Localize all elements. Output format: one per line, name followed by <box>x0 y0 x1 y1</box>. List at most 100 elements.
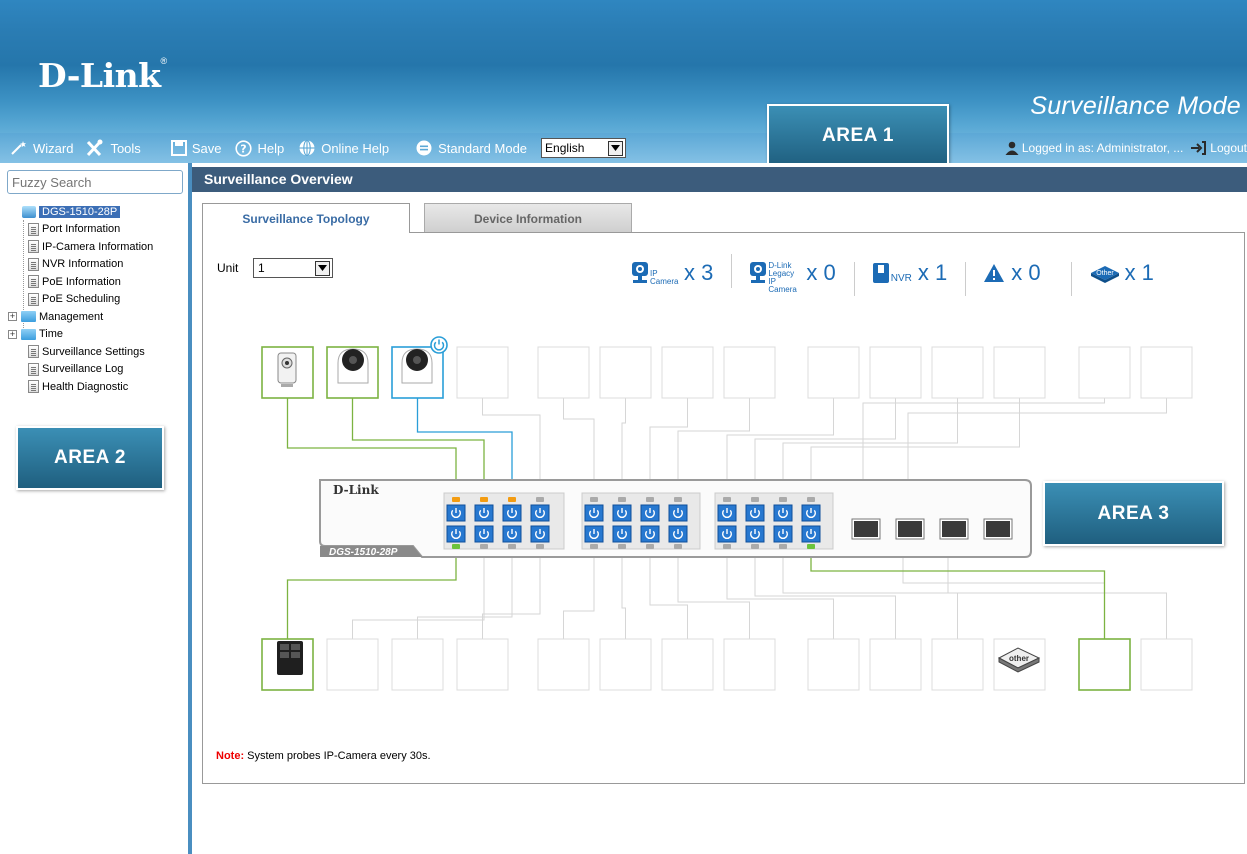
wizard-icon <box>11 141 26 155</box>
language-select[interactable]: English <box>541 138 627 158</box>
switch-brand-label: D-Link <box>333 483 379 497</box>
document-icon <box>28 275 39 289</box>
device-slot-top[interactable] <box>1078 346 1131 399</box>
sidebar: DGS-1510-28P Port Information IP-Camera … <box>0 163 192 854</box>
area-2-callout: AREA 2 <box>16 426 164 490</box>
tools-button[interactable]: Tools <box>85 139 141 157</box>
port-led <box>590 544 598 549</box>
connection-line <box>754 549 896 639</box>
device-slot-bottom[interactable] <box>1140 638 1193 691</box>
connection-line <box>482 549 541 639</box>
document-icon <box>28 240 39 254</box>
port-led <box>674 544 682 549</box>
connection-line <box>352 549 485 639</box>
connection-line <box>726 549 834 639</box>
svg-text:?: ? <box>241 142 247 155</box>
port-led <box>779 544 787 549</box>
wizard-button[interactable]: Wizard <box>10 140 73 156</box>
fuzzy-search-input[interactable] <box>7 170 183 194</box>
device-slot-bottom[interactable] <box>807 638 860 691</box>
tree-item-port-information[interactable]: Port Information <box>8 221 153 239</box>
tree-item-time[interactable]: + Time <box>8 326 153 344</box>
login-info: Logged in as: Administrator, ... Logout <box>1005 133 1247 163</box>
device-slot-bottom[interactable] <box>869 638 922 691</box>
port-led <box>536 497 544 502</box>
page-title: Surveillance Overview <box>192 167 1247 192</box>
device-slot-bottom[interactable] <box>326 638 379 691</box>
device-slot-bottom[interactable] <box>456 638 509 691</box>
port-led <box>452 544 460 549</box>
device-slot-top[interactable] <box>807 346 860 399</box>
device-slot-top[interactable] <box>931 346 984 399</box>
logged-in-text: Logged in as: Administrator, ... <box>1021 141 1184 155</box>
device-slot-bottom[interactable] <box>723 638 776 691</box>
device-slot-bottom[interactable] <box>1078 638 1131 691</box>
device-slot-top[interactable] <box>537 346 590 399</box>
tree-item-management[interactable]: + Management <box>8 308 153 326</box>
logout-icon <box>1191 141 1207 155</box>
expand-icon[interactable]: + <box>8 329 17 339</box>
user-icon <box>1005 141 1019 155</box>
connection-line <box>782 549 958 639</box>
online-help-button[interactable]: Online Help <box>298 139 389 157</box>
device-slot-top[interactable] <box>869 346 922 399</box>
port-led <box>618 544 626 549</box>
tree-item-surveillance-settings[interactable]: Surveillance Settings <box>8 343 153 361</box>
port-led <box>779 497 787 502</box>
port-led <box>508 544 516 549</box>
device-slot-bottom[interactable] <box>599 638 652 691</box>
tree-item-poe-scheduling[interactable]: PoE Scheduling <box>8 291 153 309</box>
device-slot-top[interactable] <box>1140 346 1193 399</box>
device-slot-bottom[interactable] <box>931 638 984 691</box>
tab-surveillance-topology[interactable]: Surveillance Topology <box>202 203 410 233</box>
port-led <box>723 497 731 502</box>
port-led <box>618 497 626 502</box>
globe-icon <box>299 139 315 157</box>
standard-mode-button[interactable]: Standard Mode <box>415 139 527 157</box>
navigation-tree: DGS-1510-28P Port Information IP-Camera … <box>8 203 153 396</box>
port-led <box>723 544 731 549</box>
sfp-port-slot <box>942 521 966 537</box>
device-slot-bottom[interactable] <box>391 638 444 691</box>
switch-icon <box>22 205 36 218</box>
port-led <box>807 544 815 549</box>
device-slot-top[interactable] <box>723 346 776 399</box>
tab-device-information[interactable]: Device Information <box>424 203 632 233</box>
document-icon <box>28 380 39 394</box>
other-device-label: other <box>1009 654 1029 663</box>
device-slot-top[interactable] <box>599 346 652 399</box>
tree-item-poe-information[interactable]: PoE Information <box>8 273 153 291</box>
nvr-device[interactable] <box>277 641 303 675</box>
device-slot-top[interactable] <box>661 346 714 399</box>
tree-item-dgs-1510-28p[interactable]: DGS-1510-28P <box>8 203 153 221</box>
help-button[interactable]: ? Help <box>235 139 284 157</box>
sfp-port-slot <box>854 521 878 537</box>
port-led <box>751 544 759 549</box>
expand-icon[interactable]: + <box>8 312 17 322</box>
dlink-logo: D-Link® <box>38 56 167 95</box>
switch-model-label: DGS-1510-28P <box>329 547 398 558</box>
save-button[interactable]: Save <box>170 140 221 156</box>
port-led <box>536 544 544 549</box>
tree-item-surveillance-log[interactable]: Surveillance Log <box>8 361 153 379</box>
area-1-callout: AREA 1 <box>767 104 949 168</box>
device-slot-top[interactable] <box>993 346 1046 399</box>
logout-button[interactable]: Logout <box>1191 141 1247 155</box>
document-icon <box>28 292 39 306</box>
tools-icon <box>87 139 103 157</box>
tree-item-ip-camera-information[interactable]: IP-Camera Information <box>8 238 153 256</box>
device-slot-bottom[interactable] <box>537 638 590 691</box>
ip-camera-device-1[interactable] <box>277 352 297 387</box>
device-slot-top[interactable] <box>456 346 509 399</box>
port-led <box>452 497 460 502</box>
port-led <box>508 497 516 502</box>
document-icon <box>28 257 39 271</box>
tree-item-nvr-information[interactable]: NVR Information <box>8 256 153 274</box>
connection-line <box>902 545 1105 639</box>
device-slot-bottom[interactable] <box>661 638 714 691</box>
sfp-port-slot <box>986 521 1010 537</box>
tree-item-health-diagnostic[interactable]: Health Diagnostic <box>8 378 153 396</box>
port-led <box>674 497 682 502</box>
ip-camera-device-2[interactable] <box>337 348 369 384</box>
connection-line <box>417 549 513 639</box>
